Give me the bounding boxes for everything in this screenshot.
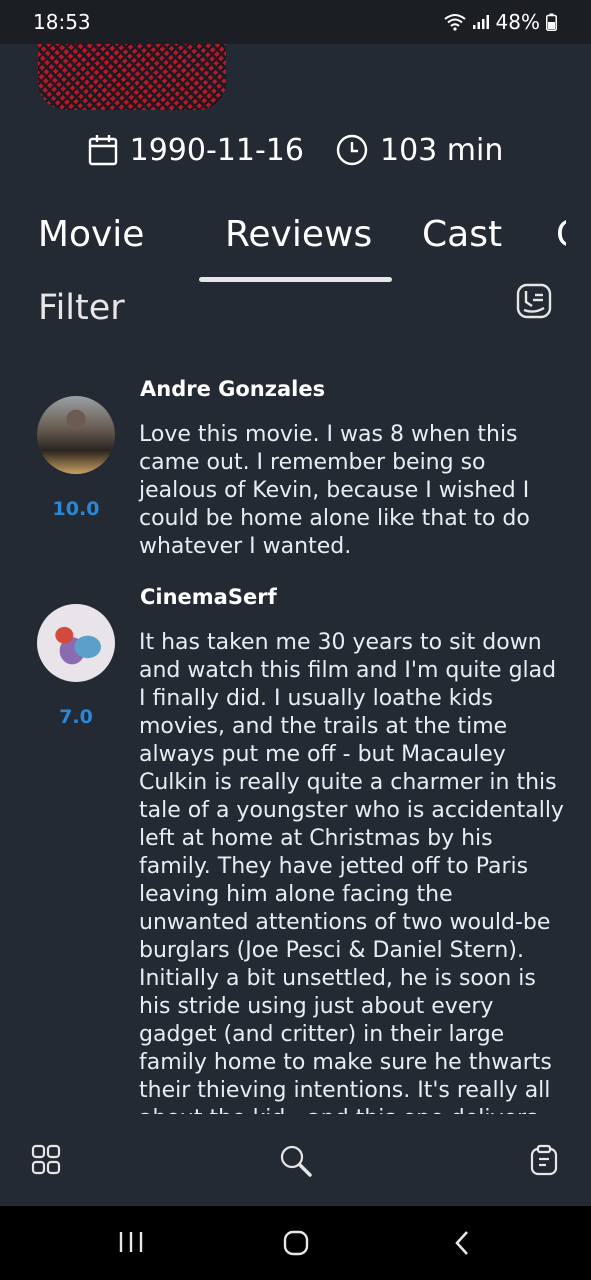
clock-icon: [336, 134, 368, 166]
calendar-icon: [88, 135, 117, 166]
signal-icon: [472, 15, 489, 29]
runtime: 103 min: [336, 133, 503, 168]
clipboard-icon: [530, 1144, 558, 1176]
system-navigation-bar: [0, 1206, 591, 1280]
filter-button[interactable]: [515, 282, 553, 324]
release-date-value: 1990-11-16: [129, 132, 304, 168]
avatar: [37, 396, 115, 474]
filter-label: Filter: [38, 288, 125, 328]
review-content: Love this movie. I was 8 when this came …: [139, 422, 530, 559]
review-rating: 7.0: [59, 706, 93, 728]
status-indicators: 48%: [443, 10, 557, 34]
movie-poster: [38, 44, 226, 110]
filter-icon: [516, 283, 552, 319]
tab-about-movie[interactable]: About Movie: [26, 214, 144, 255]
battery-percent: 48%: [495, 10, 540, 34]
runtime-value: 103 min: [379, 132, 504, 168]
status-bar: 18:53 48%: [0, 0, 591, 44]
review-rating: 10.0: [52, 498, 100, 520]
search-icon: [280, 1145, 312, 1177]
movie-meta: 1990-11-16 103 min: [0, 128, 591, 172]
review-author: Andre Gonzales: [140, 377, 326, 401]
battery-icon: [546, 13, 557, 31]
release-date: 1990-11-16: [88, 133, 304, 168]
back-button[interactable]: [453, 1230, 471, 1260]
tab-bar[interactable]: About Movie Reviews Cast C: [26, 206, 566, 286]
tab-crew[interactable]: C: [556, 214, 566, 255]
tab-cast[interactable]: Cast: [422, 214, 502, 255]
review-author: CinemaSerf: [140, 585, 277, 609]
home-grid-button[interactable]: [31, 1144, 61, 1180]
wifi-icon: [443, 14, 466, 31]
tab-reviews[interactable]: Reviews: [225, 214, 372, 255]
watchlist-button[interactable]: [529, 1144, 559, 1180]
home-button[interactable]: [283, 1230, 309, 1260]
active-tab-indicator: [199, 277, 392, 282]
grid-icon: [31, 1144, 61, 1175]
recent-apps-icon: [119, 1232, 143, 1252]
review-content: It has taken me 30 years to sit down and…: [139, 630, 564, 1114]
recent-apps-button[interactable]: [118, 1230, 144, 1258]
avatar: [37, 604, 115, 682]
status-time: 18:53: [33, 10, 91, 34]
bottom-navigation: [0, 1114, 591, 1206]
home-icon: [283, 1230, 309, 1256]
reviews-list[interactable]: 10.0 Andre Gonzales Love this movie. I w…: [0, 360, 591, 1114]
search-button[interactable]: [279, 1144, 313, 1182]
back-icon: [455, 1231, 468, 1255]
